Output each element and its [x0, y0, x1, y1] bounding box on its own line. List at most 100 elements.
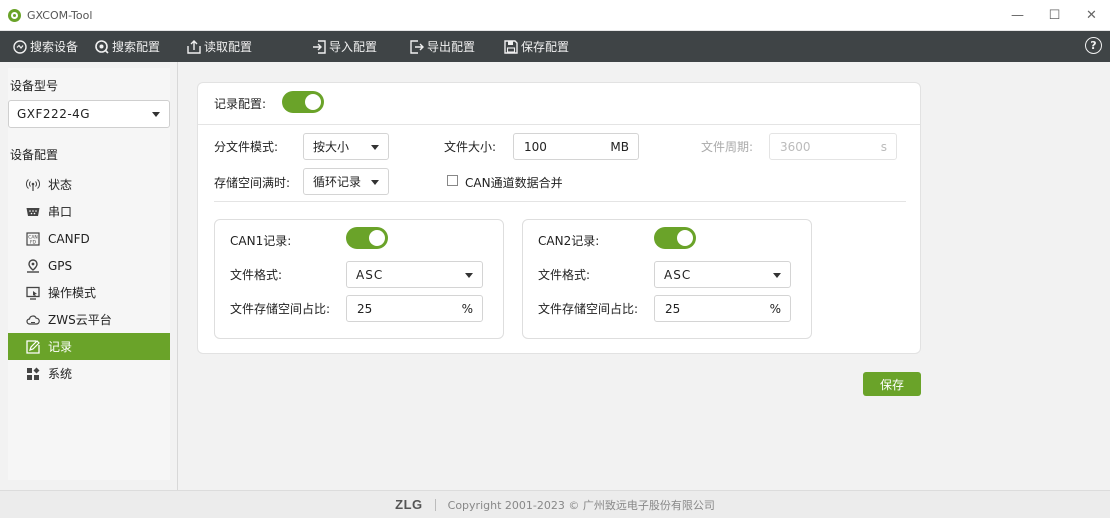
sidebar-item-system[interactable]: 系统	[8, 360, 170, 387]
can2-format-select[interactable]: ASC	[654, 261, 791, 288]
can1-record-label: CAN1记录:	[230, 234, 292, 248]
file-period-unit: s	[880, 140, 887, 154]
chevron-down-icon	[371, 145, 379, 150]
storage-full-label: 存储空间满时:	[214, 176, 291, 190]
chevron-down-icon	[152, 112, 160, 117]
toolbar-label: 搜索设备	[30, 40, 79, 54]
app-logo-icon	[8, 8, 21, 22]
canfd-icon: CAN FD	[26, 231, 40, 246]
split-mode-select[interactable]: 按大小	[303, 133, 389, 160]
file-size-input[interactable]: 100 MB	[513, 133, 639, 160]
merge-label: CAN通道数据合并	[465, 176, 563, 190]
signal-icon	[26, 178, 40, 192]
record-icon	[26, 339, 40, 354]
can1-ratio-label: 文件存储空间占比:	[230, 302, 331, 316]
sidebar-item-label: 记录	[48, 340, 73, 354]
maximize-button[interactable]: ☐	[1036, 0, 1073, 31]
save-config-button[interactable]: 保存配置	[504, 31, 569, 62]
can2-record-toggle[interactable]	[654, 227, 696, 249]
search-config-button[interactable]: 搜索配置	[95, 31, 160, 62]
can1-format-value: ASC	[356, 267, 384, 282]
save-config-icon	[504, 39, 518, 54]
can2-ratio-input[interactable]: 25 %	[654, 295, 791, 322]
divider	[214, 201, 906, 202]
system-grid-icon	[26, 367, 40, 381]
storage-full-value: 循环记录	[313, 175, 362, 189]
file-period-label: 文件周期:	[701, 140, 754, 154]
sidebar-item-canfd[interactable]: CAN FD CANFD	[8, 225, 170, 252]
can1-format-label: 文件格式:	[230, 268, 283, 282]
can1-ratio-value: 25	[357, 301, 373, 316]
toolbar-label: 导出配置	[427, 40, 476, 54]
footer: ZLG Copyright 2001-2023 © 广州致远电子股份有限公司	[0, 490, 1110, 518]
title-bar: GXCOM-Tool — ☐ ✕	[0, 0, 1110, 31]
import-config-button[interactable]: 导入配置	[312, 31, 377, 62]
divider	[198, 124, 920, 125]
minimize-button[interactable]: —	[999, 0, 1036, 31]
model-heading: 设备型号	[10, 79, 59, 93]
chevron-down-icon	[371, 180, 379, 185]
sidebar-item-serial[interactable]: 串口	[8, 198, 170, 225]
gps-pin-icon	[26, 258, 40, 273]
can1-format-select[interactable]: ASC	[346, 261, 483, 288]
close-button[interactable]: ✕	[1073, 0, 1110, 31]
can2-format-label: 文件格式:	[538, 268, 591, 282]
config-heading: 设备配置	[10, 148, 59, 162]
can1-record-toggle[interactable]	[346, 227, 388, 249]
sidebar-item-status[interactable]: 状态	[8, 171, 170, 198]
sidebar-item-label: 系统	[48, 367, 73, 381]
zlg-logo: ZLG	[395, 497, 423, 512]
chevron-down-icon	[773, 273, 781, 278]
file-size-value: 100	[524, 139, 547, 154]
copyright-text: Copyright 2001-2023 © 广州致远电子股份有限公司	[447, 498, 715, 512]
can1-ratio-unit: %	[461, 302, 473, 316]
file-size-unit: MB	[610, 140, 629, 154]
search-device-button[interactable]: 搜索设备	[13, 31, 78, 62]
save-button[interactable]: 保存	[863, 372, 921, 396]
help-icon[interactable]: ?	[1085, 37, 1102, 54]
record-enable-label: 记录配置:	[214, 97, 267, 111]
toolbar-label: 保存配置	[521, 40, 570, 54]
record-enable-toggle[interactable]	[282, 91, 324, 113]
can1-card: CAN1记录: 文件格式: ASC 文件存储空间占比: 25 %	[214, 219, 504, 339]
svg-text:FD: FD	[30, 239, 37, 245]
can2-record-label: CAN2记录:	[538, 234, 600, 248]
main-content: 记录配置: 分文件模式: 按大小 文件大小: 100 MB 文件周期: 3600…	[179, 62, 1110, 490]
sidebar-item-label: CANFD	[48, 231, 90, 246]
cloud-icon	[26, 313, 40, 327]
operation-mode-icon	[26, 286, 40, 300]
storage-full-select[interactable]: 循环记录	[303, 168, 389, 195]
can2-ratio-unit: %	[769, 302, 781, 316]
can2-ratio-value: 25	[665, 301, 681, 316]
sidebar-item-gps[interactable]: GPS	[8, 252, 170, 279]
serial-port-icon	[26, 205, 40, 219]
toolbar-label: 读取配置	[204, 40, 253, 54]
sidebar-item-record[interactable]: 记录	[8, 333, 170, 360]
split-mode-label: 分文件模式:	[214, 140, 279, 154]
sidebar-item-operation-mode[interactable]: 操作模式	[8, 279, 170, 306]
sidebar: 设备型号 GXF222-4G 设备配置 状态 串口 CAN FD CANFD GP…	[0, 62, 178, 490]
sidebar-item-label: 串口	[48, 205, 73, 219]
merge-checkbox[interactable]	[447, 175, 458, 186]
sidebar-item-label: 状态	[48, 178, 73, 192]
footer-divider	[434, 498, 436, 511]
read-config-icon	[187, 39, 201, 54]
toolbar-label: 导入配置	[329, 40, 378, 54]
export-config-button[interactable]: 导出配置	[410, 31, 475, 62]
model-select[interactable]: GXF222-4G	[8, 100, 170, 128]
can2-card: CAN2记录: 文件格式: ASC 文件存储空间占比: 25 %	[522, 219, 812, 339]
can1-ratio-input[interactable]: 25 %	[346, 295, 483, 322]
export-config-icon	[410, 39, 424, 54]
model-select-value: GXF222-4G	[17, 107, 91, 121]
toolbar: 搜索设备 搜索配置 读取配置 导入配置 导出配置 保存配置 ?	[0, 31, 1110, 62]
window-controls: — ☐ ✕	[999, 0, 1110, 31]
search-config-icon	[95, 39, 109, 54]
window-title: GXCOM-Tool	[27, 8, 93, 22]
record-config-card: 记录配置: 分文件模式: 按大小 文件大小: 100 MB 文件周期: 3600…	[197, 82, 921, 354]
search-device-icon	[13, 39, 27, 54]
sidebar-item-label: 操作模式	[48, 286, 97, 300]
can2-format-value: ASC	[664, 267, 692, 282]
sidebar-item-zws-cloud[interactable]: ZWS云平台	[8, 306, 170, 333]
read-config-button[interactable]: 读取配置	[187, 31, 252, 62]
toolbar-label: 搜索配置	[112, 40, 161, 54]
